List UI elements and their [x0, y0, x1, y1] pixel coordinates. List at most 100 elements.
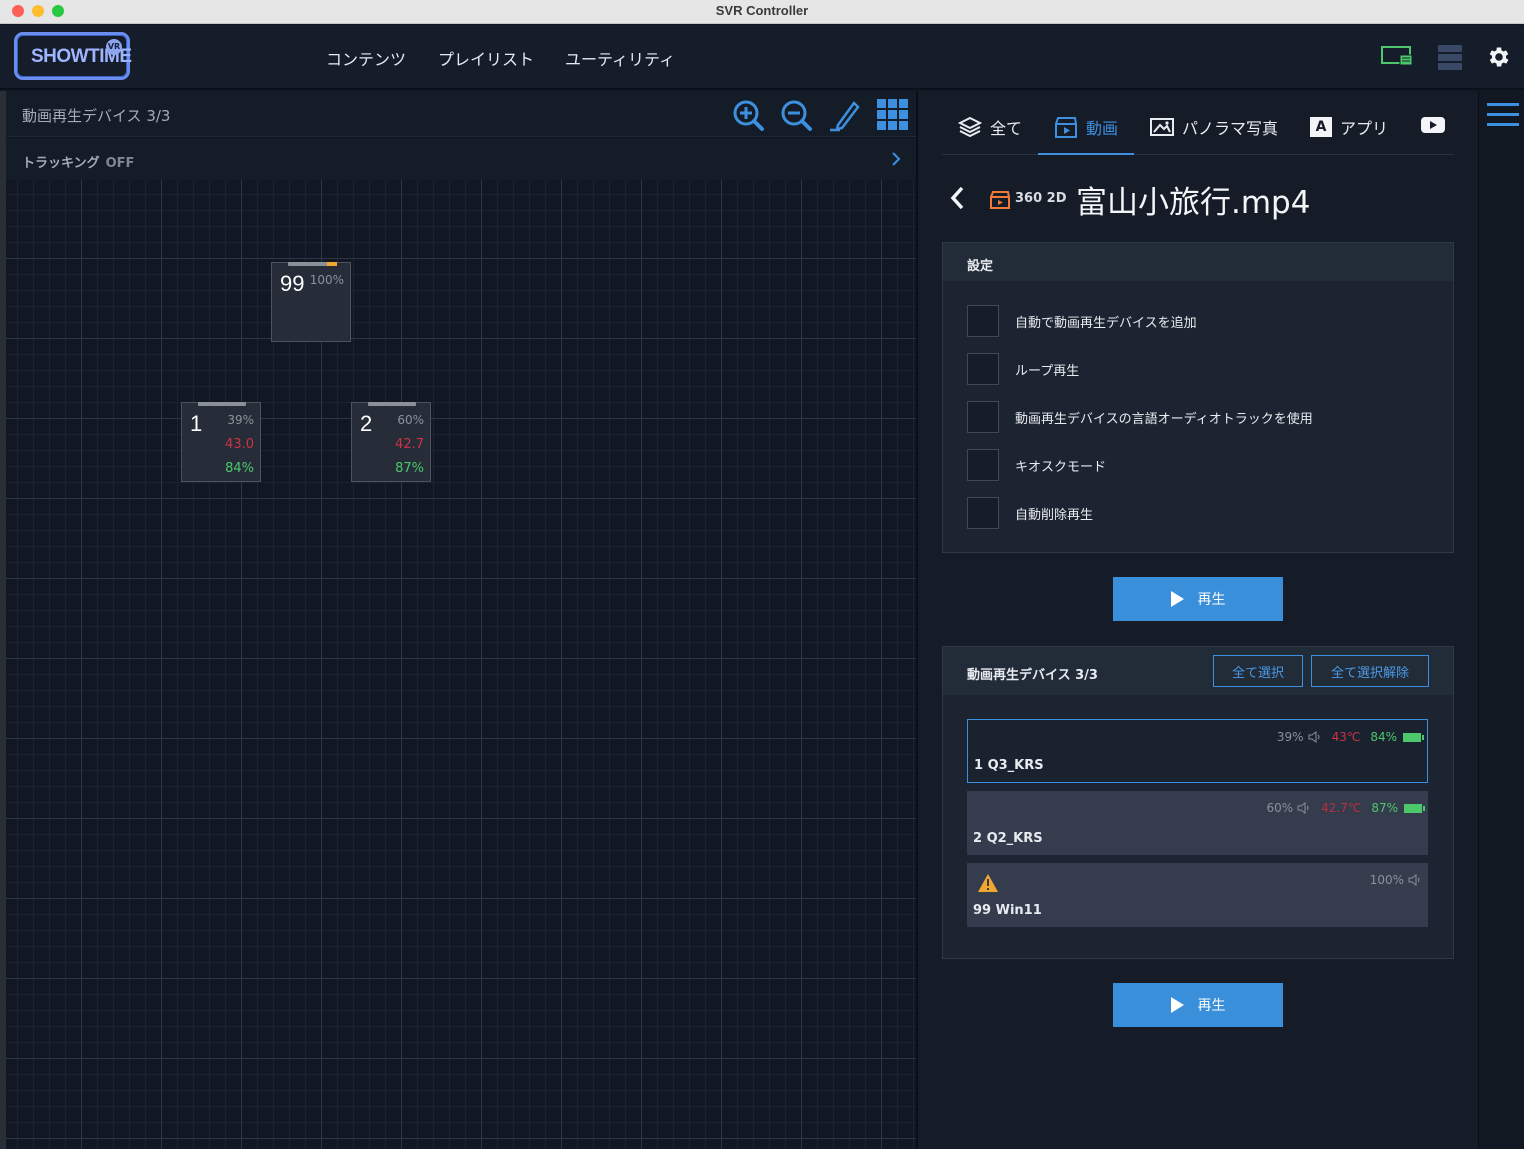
checkbox[interactable]: [967, 353, 999, 385]
device-stats: 39% 43℃ 84%: [1276, 730, 1424, 744]
device-battery: 84%: [225, 461, 254, 476]
checkbox[interactable]: [967, 497, 999, 529]
speaker-muted-icon: [1408, 874, 1420, 886]
device-map-canvas[interactable]: 99 100% 1 39% 43.0 84% 2 60% 42.7 87%: [6, 180, 916, 1149]
option-kiosk-mode[interactable]: キオスクモード: [967, 449, 1106, 481]
option-device-audio-track[interactable]: 動画再生デバイスの言語オーディオトラックを使用: [967, 401, 1313, 433]
deselect-all-button[interactable]: 全て選択解除: [1311, 655, 1429, 687]
tracking-bar[interactable]: トラッキング OFF: [6, 138, 916, 180]
pencil-icon[interactable]: [826, 97, 862, 133]
device-monitor-icon[interactable]: [1380, 43, 1416, 71]
server-icon[interactable]: [1437, 43, 1463, 71]
settings-card-header: 設定: [943, 243, 1453, 281]
option-label: キオスクモード: [1015, 459, 1107, 475]
device-name: 99 Win11: [973, 903, 1042, 918]
option-label: 自動削除再生: [1015, 507, 1094, 523]
device-number: 99: [280, 271, 305, 296]
option-label: 動画再生デバイスの言語オーディオトラックを使用: [1015, 411, 1313, 427]
zoom-in-icon[interactable]: [730, 97, 766, 133]
content-panel: 全て 動画 パノラマ写真 A アプリ 360 2D 富山小旅行.mp4 設定 自…: [918, 91, 1478, 1149]
battery-icon: [1404, 803, 1425, 813]
settings-card: 設定 自動で動画再生デバイスを追加 ループ再生 動画再生デバイスの言語オーディオ…: [942, 242, 1454, 553]
tab-youtube[interactable]: [1420, 115, 1446, 135]
app-icon: A: [1310, 117, 1332, 137]
device-percent: 100%: [309, 273, 344, 287]
map-device-99[interactable]: 99 100%: [271, 262, 351, 342]
tracking-state: OFF: [105, 156, 135, 171]
play-button[interactable]: 再生: [1113, 577, 1283, 621]
tab-video-label: 動画: [1086, 119, 1119, 138]
gear-icon[interactable]: [1486, 43, 1512, 71]
play-button-label: 再生: [1197, 592, 1226, 608]
device-number: 2: [360, 411, 373, 436]
device-stats: 60% 42.7℃ 87%: [1266, 801, 1425, 815]
play-button-bottom[interactable]: 再生: [1113, 983, 1283, 1027]
window-title: SVR Controller: [715, 3, 809, 18]
device-list-header: 動画再生デバイス 3/3 全て選択 全て選択解除: [943, 647, 1453, 695]
layers-icon: [958, 116, 982, 138]
option-label: 自動で動画再生デバイスを追加: [1015, 315, 1197, 331]
device-number: 1: [190, 411, 203, 436]
tracking-toggle[interactable]: トラッキング OFF: [22, 152, 134, 171]
clapperboard-icon: [1055, 117, 1077, 138]
select-all-button[interactable]: 全て選択: [1213, 655, 1303, 687]
tab-all[interactable]: 全て: [958, 115, 1022, 139]
device-stats: 100%: [1370, 873, 1422, 887]
option-loop-play[interactable]: ループ再生: [967, 353, 1079, 385]
media-type-label: 360 2D: [1015, 191, 1067, 206]
device-battery: 87%: [1371, 801, 1398, 815]
image-icon: [1150, 118, 1174, 136]
tab-video[interactable]: 動画: [1054, 115, 1118, 139]
tab-all-label: 全て: [990, 119, 1023, 138]
device-list-title: 動画再生デバイス 3/3: [967, 668, 1098, 683]
play-icon: [1170, 997, 1184, 1013]
device-percent: 100%: [1369, 873, 1404, 887]
battery-icon: [1403, 732, 1424, 742]
video-type-icon: [990, 191, 1010, 209]
media-title: 富山小旅行.mp4: [1076, 185, 1311, 221]
device-battery: 84%: [1370, 730, 1397, 744]
nav-playlist[interactable]: プレイリスト: [438, 46, 534, 70]
device-handle: [368, 402, 416, 406]
device-row-1[interactable]: 39% 43℃ 84% 1 Q3_KRS: [967, 719, 1428, 783]
tab-panorama-label: パノラマ写真: [1182, 119, 1279, 138]
device-percent: 39%: [227, 413, 254, 427]
grid-view-icon[interactable]: [875, 97, 911, 133]
zoom-out-icon[interactable]: [778, 97, 814, 133]
device-temperature: 42.7℃: [1321, 801, 1362, 815]
youtube-icon: [1421, 117, 1445, 133]
map-device-2[interactable]: 2 60% 42.7 87%: [351, 402, 431, 482]
device-percent: 60%: [397, 413, 424, 427]
device-temperature: 42.7: [395, 437, 424, 452]
option-auto-add-devices[interactable]: 自動で動画再生デバイスを追加: [967, 305, 1197, 337]
checkbox[interactable]: [967, 449, 999, 481]
chevron-right-icon[interactable]: [890, 151, 902, 167]
map-device-1[interactable]: 1 39% 43.0 84%: [181, 402, 261, 482]
warning-marker: [327, 262, 337, 266]
device-row-2[interactable]: 60% 42.7℃ 87% 2 Q2_KRS: [967, 791, 1428, 855]
app-header: SHOWTIME VR コンテンツ プレイリスト ユーティリティ: [0, 25, 1524, 89]
side-menu-strip: [1478, 91, 1524, 1149]
warning-icon: [978, 874, 998, 892]
nav-contents[interactable]: コンテンツ: [326, 46, 406, 70]
checkbox[interactable]: [967, 401, 999, 433]
device-handle: [198, 402, 246, 406]
option-auto-delete-play[interactable]: 自動削除再生: [967, 497, 1093, 529]
device-row-99[interactable]: 100% 99 Win11: [967, 863, 1428, 927]
hamburger-menu-icon[interactable]: [1487, 101, 1519, 129]
content-tabs: 全て 動画 パノラマ写真 A アプリ: [942, 91, 1454, 155]
checkbox[interactable]: [967, 305, 999, 337]
device-percent: 39%: [1276, 730, 1304, 744]
play-icon: [1170, 591, 1184, 607]
device-list-card: 動画再生デバイス 3/3 全て選択 全て選択解除 39% 43℃ 84% 1 Q…: [942, 646, 1454, 959]
nav-utility[interactable]: ユーティリティ: [565, 46, 675, 70]
tab-app-label: アプリ: [1340, 119, 1389, 138]
device-name: 1 Q3_KRS: [974, 758, 1044, 773]
tab-panorama[interactable]: パノラマ写真: [1150, 115, 1278, 139]
option-label: ループ再生: [1015, 363, 1080, 379]
device-percent: 60%: [1266, 801, 1294, 815]
back-arrow-icon[interactable]: [948, 185, 968, 211]
showtime-logo[interactable]: SHOWTIME VR: [14, 32, 132, 80]
settings-title: 設定: [967, 259, 994, 274]
tab-app[interactable]: A アプリ: [1310, 115, 1388, 139]
